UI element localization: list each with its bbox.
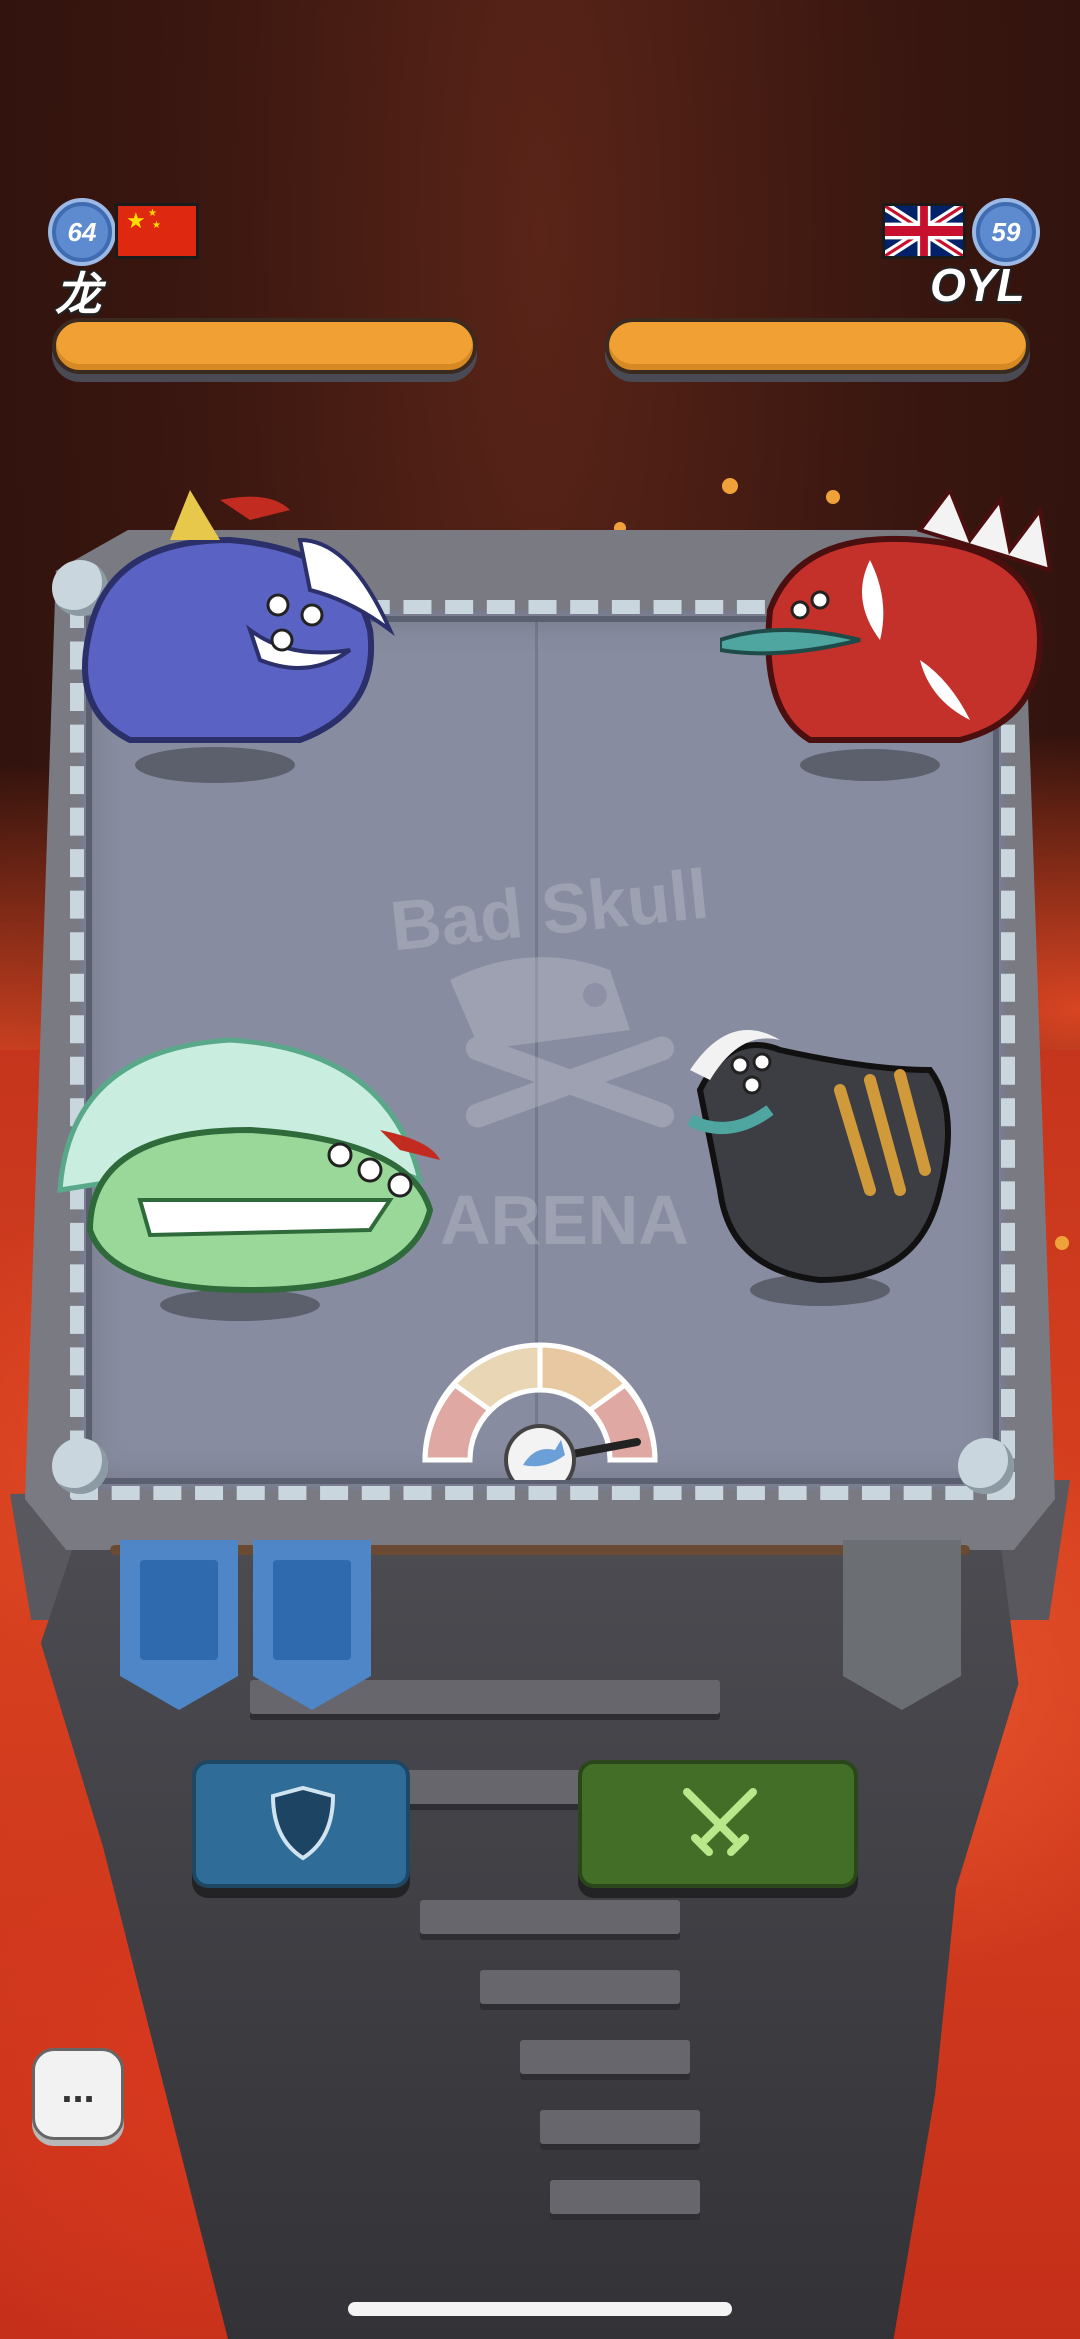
corner-post (52, 1438, 108, 1494)
chat-button[interactable]: ... (32, 2048, 124, 2140)
home-indicator[interactable] (348, 2302, 732, 2316)
stair (540, 2110, 700, 2144)
black-striped-monster[interactable] (670, 990, 970, 1320)
round-banner-won (120, 1540, 238, 1710)
defend-button[interactable] (192, 1760, 410, 1888)
player-health-bar (52, 318, 477, 374)
green-frill-monster[interactable] (50, 1030, 450, 1330)
shield-icon (270, 1785, 336, 1861)
stair (480, 1970, 680, 2004)
watermark-subtitle: ARENA (440, 1181, 689, 1259)
opponent-level-badge: 59 (976, 202, 1036, 262)
round-banner-empty (843, 1540, 961, 1710)
blue-rhino-monster[interactable] (50, 480, 430, 800)
ember (1055, 1236, 1069, 1250)
china-flag-icon: ★ ★ ★ (115, 203, 199, 259)
stair (550, 2180, 700, 2214)
uk-flag-icon (882, 203, 966, 259)
round-banner-won (253, 1540, 371, 1710)
stair (420, 1900, 680, 1934)
player-name: 龙 (55, 268, 101, 320)
red-spiky-monster[interactable] (720, 490, 1080, 790)
opponent-health-bar (605, 318, 1030, 374)
chat-icon: ... (61, 2067, 95, 2111)
banner-rod (110, 1545, 970, 1555)
stair (520, 2040, 690, 2074)
attack-button[interactable] (578, 1760, 858, 1888)
opponent-name: OYL (930, 259, 1025, 311)
player-level-badge: 64 (52, 202, 112, 262)
corner-post (958, 1438, 1014, 1494)
crossed-swords-icon (683, 1788, 757, 1856)
turn-timer-gauge (422, 1342, 658, 1480)
